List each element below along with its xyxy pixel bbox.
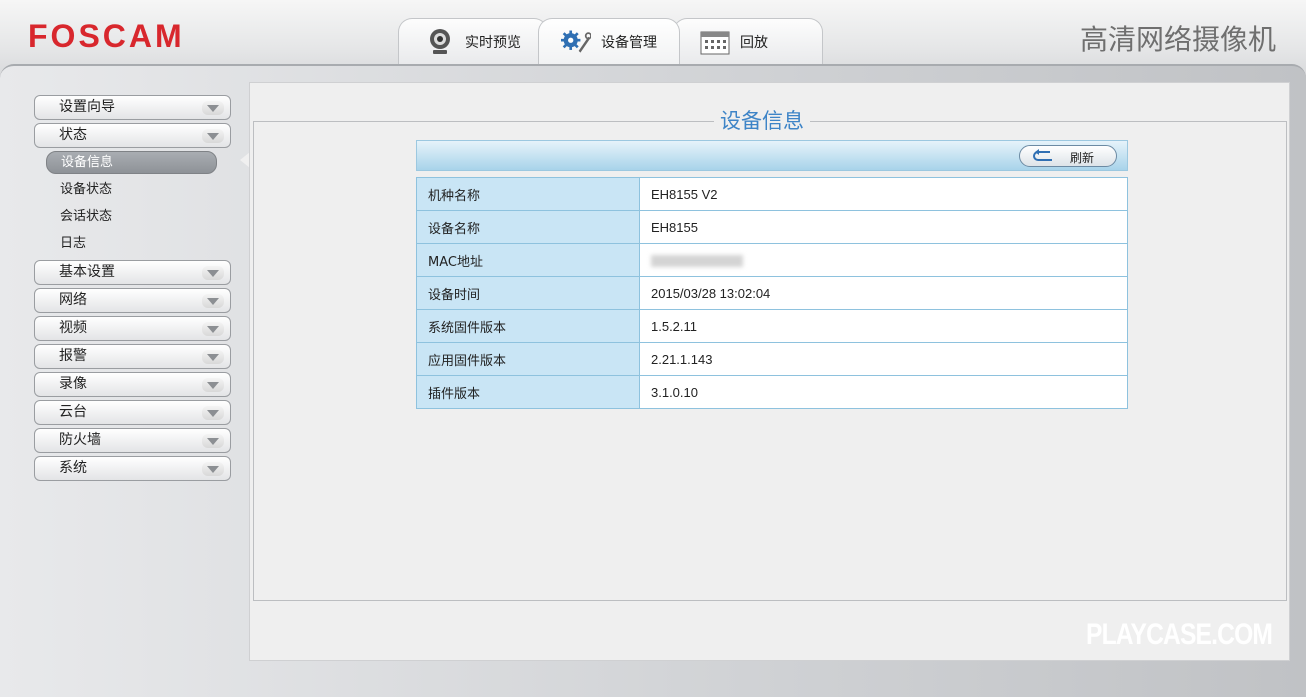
sidebar-item-label: 云台 <box>59 404 87 420</box>
sidebar-item-label: 网络 <box>59 292 87 308</box>
row-value: 1.5.2.11 <box>639 309 1128 343</box>
chevron-down-icon <box>202 266 224 280</box>
chevron-down-icon <box>202 462 224 476</box>
row-key: 系统固件版本 <box>416 309 640 343</box>
row-value: EH8155 V2 <box>639 177 1128 211</box>
chevron-down-icon <box>202 101 224 115</box>
sidebar-item-setup-wizard[interactable]: 设置向导 <box>34 95 231 120</box>
webcam-icon <box>425 27 455 57</box>
table-row: 插件版本 3.1.0.10 <box>416 375 1128 409</box>
table-row: MAC地址 <box>416 243 1128 277</box>
row-value: 3.1.0.10 <box>639 375 1128 409</box>
refresh-icon <box>1030 148 1056 164</box>
watermark: PLAYCASE.COM <box>1086 618 1273 651</box>
sidebar-item-label: 基本设置 <box>59 264 115 280</box>
sidebar-item-label: 报警 <box>59 348 87 364</box>
row-value: EH8155 <box>639 210 1128 244</box>
sidebar-item-system[interactable]: 系统 <box>34 456 231 481</box>
table-row: 系统固件版本 1.5.2.11 <box>416 309 1128 343</box>
tab-live-view-label: 实时预览 <box>465 34 521 51</box>
content-panel: 设备信息 刷新 机种名称 EH8155 V2 设备名称 EH8155 MAC地址… <box>249 82 1290 661</box>
row-value: 2.21.1.143 <box>639 342 1128 376</box>
chevron-down-icon <box>202 294 224 308</box>
row-key: 机种名称 <box>416 177 640 211</box>
tab-device-management[interactable]: 设备管理 <box>538 18 680 64</box>
chevron-down-icon <box>202 378 224 392</box>
sidebar-item-alarm[interactable]: 报警 <box>34 344 231 369</box>
chevron-down-icon <box>202 350 224 364</box>
table-row: 机种名称 EH8155 V2 <box>416 177 1128 211</box>
sidebar-subitem-device-status[interactable]: 设备状态 <box>46 176 232 203</box>
table-row: 应用固件版本 2.21.1.143 <box>416 342 1128 376</box>
calendar-icon <box>700 27 730 57</box>
row-value-mac <box>639 243 1128 277</box>
sidebar-item-video[interactable]: 视频 <box>34 316 231 341</box>
sidebar: 设置向导 状态 设备信息 设备状态 会话状态 日志 基本设置 网络 视频 报警 … <box>34 95 232 484</box>
blurred-mac-address <box>651 255 743 268</box>
gears-icon <box>561 27 591 57</box>
row-key: 设备时间 <box>416 276 640 310</box>
sidebar-item-status[interactable]: 状态 <box>34 123 231 148</box>
status-submenu: 设备信息 设备状态 会话状态 日志 <box>34 151 232 257</box>
sidebar-subitem-session-status[interactable]: 会话状态 <box>46 203 232 230</box>
table-toolbar: 刷新 <box>416 140 1128 171</box>
device-info-table: 机种名称 EH8155 V2 设备名称 EH8155 MAC地址 设备时间 20… <box>416 177 1128 409</box>
tab-playback[interactable]: 回放 <box>673 18 823 64</box>
table-row: 设备时间 2015/03/28 13:02:04 <box>416 276 1128 310</box>
sidebar-item-ptz[interactable]: 云台 <box>34 400 231 425</box>
sidebar-item-label: 系统 <box>59 460 87 476</box>
row-key: MAC地址 <box>416 243 640 277</box>
sidebar-item-record[interactable]: 录像 <box>34 372 231 397</box>
table-row: 设备名称 EH8155 <box>416 210 1128 244</box>
chevron-down-icon <box>202 406 224 420</box>
row-value: 2015/03/28 13:02:04 <box>639 276 1128 310</box>
chevron-down-icon <box>202 129 224 143</box>
sidebar-item-label: 录像 <box>59 376 87 392</box>
tab-live-view[interactable]: 实时预览 <box>398 18 548 64</box>
foscam-logo: FOSCAM <box>28 18 185 54</box>
sidebar-item-label: 防火墙 <box>59 432 101 448</box>
sidebar-subitem-device-info[interactable]: 设备信息 <box>46 151 217 174</box>
chevron-down-icon <box>202 322 224 336</box>
chevron-down-icon <box>202 434 224 448</box>
row-key: 应用固件版本 <box>416 342 640 376</box>
sidebar-item-label: 设置向导 <box>59 99 115 115</box>
tab-playback-label: 回放 <box>740 34 768 51</box>
sidebar-item-label: 状态 <box>59 127 87 143</box>
row-key: 插件版本 <box>416 375 640 409</box>
refresh-button-label: 刷新 <box>1070 151 1095 165</box>
section-title: 设备信息 <box>714 105 810 135</box>
tab-device-management-label: 设备管理 <box>601 34 657 51</box>
product-title: 高清网络摄像机 <box>1079 23 1276 56</box>
sidebar-item-network[interactable]: 网络 <box>34 288 231 313</box>
sidebar-item-basic-settings[interactable]: 基本设置 <box>34 260 231 285</box>
sidebar-subitem-log[interactable]: 日志 <box>46 230 232 257</box>
sidebar-item-label: 视频 <box>59 320 87 336</box>
refresh-button[interactable]: 刷新 <box>1019 145 1117 167</box>
row-key: 设备名称 <box>416 210 640 244</box>
sidebar-item-firewall[interactable]: 防火墙 <box>34 428 231 453</box>
